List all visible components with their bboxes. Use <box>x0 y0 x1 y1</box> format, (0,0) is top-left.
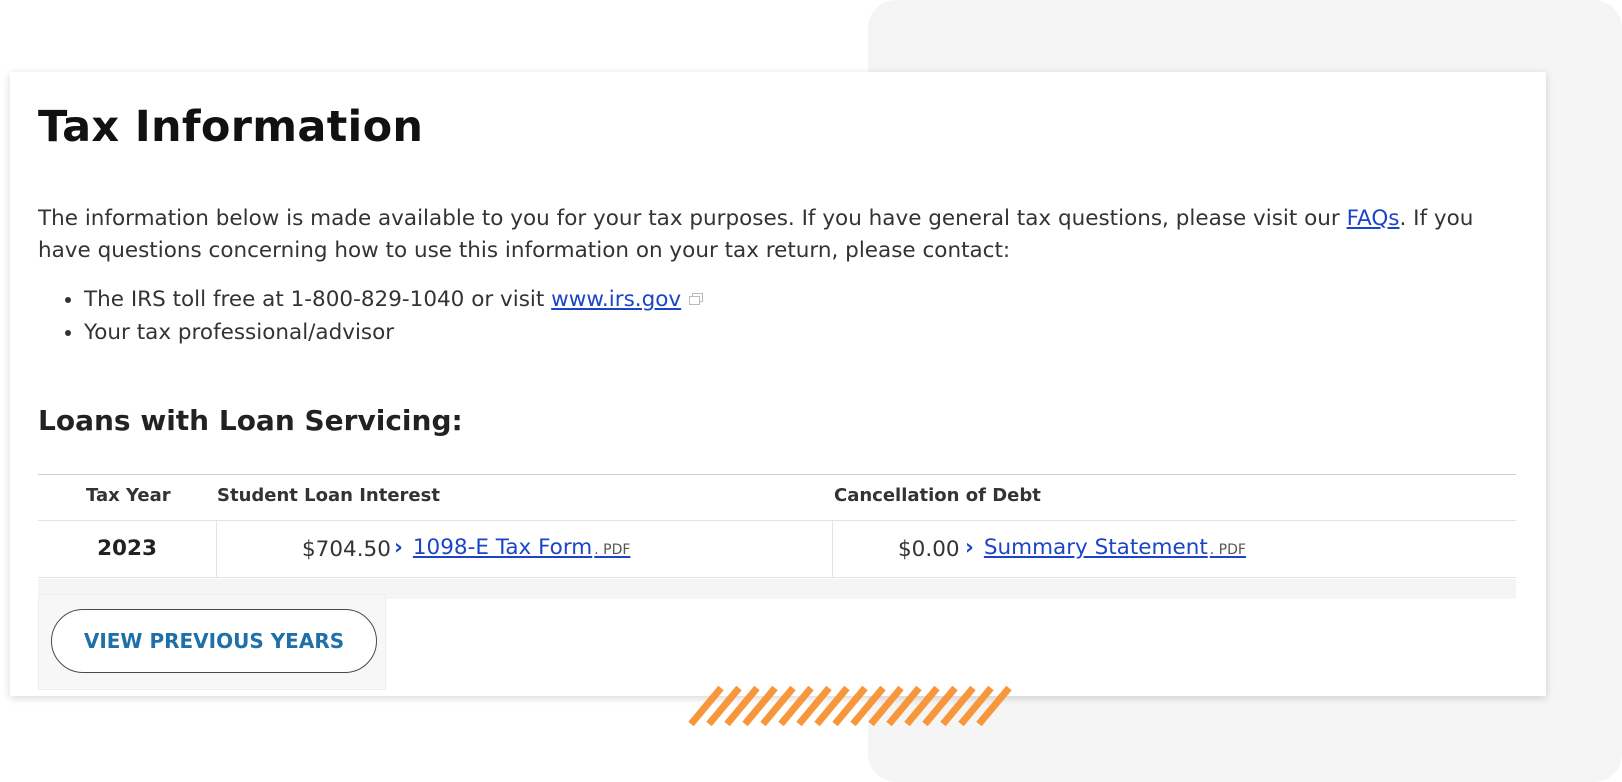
loans-section-title: Loans with Loan Servicing: <box>38 404 463 437</box>
contact-item-advisor: Your tax professional/advisor <box>84 316 703 349</box>
contact-irs-text: The IRS toll free at 1-800-829-1040 or v… <box>84 287 552 312</box>
intro-text-start: The information below is made available … <box>38 206 1347 231</box>
pdf-label: . PDF <box>594 542 631 558</box>
1098e-tax-form-link[interactable]: › 1098-E Tax Form. PDF <box>394 535 630 560</box>
contact-item-irs: The IRS toll free at 1-800-829-1040 or v… <box>84 283 704 316</box>
tax-year-cell: 2023 <box>97 536 157 561</box>
student-loan-interest-amount: $704.50 <box>302 537 391 562</box>
table-footer: VIEW PREVIOUS YEARS <box>38 594 386 690</box>
contact-list: The IRS toll free at 1-800-829-1040 or v… <box>64 283 704 349</box>
column-header-cancellation-of-debt: Cancellation of Debt <box>834 485 1041 506</box>
decorative-stripes <box>688 686 1012 726</box>
intro-text: The information below is made available … <box>38 203 1478 267</box>
summary-statement-label: Summary Statement <box>983 535 1208 560</box>
chevron-right-icon: › <box>965 535 974 560</box>
column-divider <box>216 521 217 577</box>
1098e-tax-form-label: 1098-E Tax Form <box>412 535 593 560</box>
view-previous-years-button[interactable]: VIEW PREVIOUS YEARS <box>51 609 377 673</box>
column-divider <box>832 521 833 577</box>
cancellation-of-debt-amount: $0.00 <box>898 537 960 562</box>
chevron-right-icon: › <box>394 535 403 560</box>
external-link-icon <box>689 293 704 305</box>
page-title: Tax Information <box>38 102 424 152</box>
summary-statement-link[interactable]: › Summary Statement. PDF <box>965 535 1246 560</box>
pdf-label: . PDF <box>1209 542 1246 558</box>
column-header-student-loan-interest: Student Loan Interest <box>217 485 440 506</box>
tax-table: Tax Year Student Loan Interest Cancellat… <box>38 474 1516 578</box>
column-header-tax-year: Tax Year <box>86 485 171 506</box>
contact-advisor-text: Your tax professional/advisor <box>84 320 395 345</box>
faqs-link[interactable]: FAQs <box>1347 206 1400 231</box>
irs-gov-link[interactable]: www.irs.gov <box>551 287 681 312</box>
table-row: 2023 $704.50 › 1098-E Tax Form. PDF $0.00… <box>38 521 1516 578</box>
tax-information-card: Tax Information The information below is… <box>10 72 1546 696</box>
table-header: Tax Year Student Loan Interest Cancellat… <box>38 474 1516 521</box>
